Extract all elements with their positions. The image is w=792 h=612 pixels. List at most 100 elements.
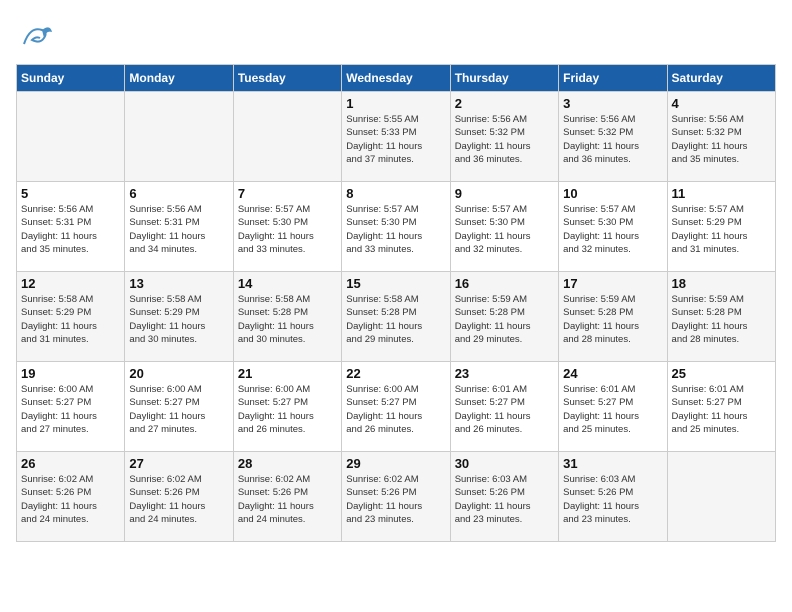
day-number: 9 [455, 186, 554, 201]
day-info: Sunrise: 5:58 AM Sunset: 5:29 PM Dayligh… [21, 293, 120, 346]
calendar-cell: 1Sunrise: 5:55 AM Sunset: 5:33 PM Daylig… [342, 92, 450, 182]
calendar-cell: 6Sunrise: 5:56 AM Sunset: 5:31 PM Daylig… [125, 182, 233, 272]
day-info: Sunrise: 5:59 AM Sunset: 5:28 PM Dayligh… [672, 293, 771, 346]
day-number: 21 [238, 366, 337, 381]
day-info: Sunrise: 5:57 AM Sunset: 5:30 PM Dayligh… [238, 203, 337, 256]
calendar-cell: 9 Sunrise: 5:57 AM Sunset: 5:30 PM Daylig… [450, 182, 558, 272]
day-info: Sunrise: 6:02 AM Sunset: 5:26 PM Dayligh… [129, 473, 228, 526]
day-number: 23 [455, 366, 554, 381]
day-info: Sunrise: 5:58 AM Sunset: 5:28 PM Dayligh… [238, 293, 337, 346]
page-header [16, 16, 776, 56]
day-info: Sunrise: 6:00 AM Sunset: 5:27 PM Dayligh… [21, 383, 120, 436]
calendar-cell: 17 Sunrise: 5:59 AM Sunset: 5:28 PM Dayli… [559, 272, 667, 362]
day-info: Sunrise: 5:56 AM Sunset: 5:32 PM Dayligh… [455, 113, 554, 166]
day-number: 15 [346, 276, 445, 291]
calendar-cell: 23 Sunrise: 6:01 AM Sunset: 5:27 PM Dayli… [450, 362, 558, 452]
day-info: Sunrise: 6:00 AM Sunset: 5:27 PM Dayligh… [129, 383, 228, 436]
calendar-cell: 27 Sunrise: 6:02 AM Sunset: 5:26 PM Dayli… [125, 452, 233, 542]
day-info: Sunrise: 6:02 AM Sunset: 5:26 PM Dayligh… [21, 473, 120, 526]
day-info: Sunrise: 6:02 AM Sunset: 5:26 PM Dayligh… [238, 473, 337, 526]
day-number: 18 [672, 276, 771, 291]
day-info: Sunrise: 6:03 AM Sunset: 5:26 PM Dayligh… [563, 473, 662, 526]
week-row-4: 19Sunrise: 6:00 AM Sunset: 5:27 PM Dayli… [17, 362, 776, 452]
col-header-monday: Monday [125, 65, 233, 92]
day-info: Sunrise: 5:59 AM Sunset: 5:28 PM Dayligh… [455, 293, 554, 346]
day-number: 12 [21, 276, 120, 291]
calendar-cell: 19Sunrise: 6:00 AM Sunset: 5:27 PM Dayli… [17, 362, 125, 452]
day-number: 5 [21, 186, 120, 201]
calendar-cell: 14 Sunrise: 5:58 AM Sunset: 5:28 PM Dayli… [233, 272, 341, 362]
calendar-cell: 3Sunrise: 5:56 AM Sunset: 5:32 PM Daylig… [559, 92, 667, 182]
day-info: Sunrise: 5:57 AM Sunset: 5:30 PM Dayligh… [346, 203, 445, 256]
calendar-table: SundayMondayTuesdayWednesdayThursdayFrid… [16, 64, 776, 542]
col-header-saturday: Saturday [667, 65, 775, 92]
day-info: Sunrise: 5:56 AM Sunset: 5:31 PM Dayligh… [21, 203, 120, 256]
week-row-3: 12 Sunrise: 5:58 AM Sunset: 5:29 PM Dayli… [17, 272, 776, 362]
calendar-cell: 5 Sunrise: 5:56 AM Sunset: 5:31 PM Daylig… [17, 182, 125, 272]
col-header-wednesday: Wednesday [342, 65, 450, 92]
day-number: 8 [346, 186, 445, 201]
calendar-cell: 7 Sunrise: 5:57 AM Sunset: 5:30 PM Daylig… [233, 182, 341, 272]
calendar-cell: 25 Sunrise: 6:01 AM Sunset: 5:27 PM Dayli… [667, 362, 775, 452]
calendar-cell: 8 Sunrise: 5:57 AM Sunset: 5:30 PM Daylig… [342, 182, 450, 272]
col-header-sunday: Sunday [17, 65, 125, 92]
day-info: Sunrise: 5:59 AM Sunset: 5:28 PM Dayligh… [563, 293, 662, 346]
calendar-cell: 31 Sunrise: 6:03 AM Sunset: 5:26 PM Dayli… [559, 452, 667, 542]
calendar-cell [233, 92, 341, 182]
calendar-cell: 12 Sunrise: 5:58 AM Sunset: 5:29 PM Dayli… [17, 272, 125, 362]
day-number: 30 [455, 456, 554, 471]
day-number: 10 [563, 186, 662, 201]
calendar-cell: 13 Sunrise: 5:58 AM Sunset: 5:29 PM Dayli… [125, 272, 233, 362]
calendar-cell: 16Sunrise: 5:59 AM Sunset: 5:28 PM Dayli… [450, 272, 558, 362]
calendar-cell: 2 Sunrise: 5:56 AM Sunset: 5:32 PM Daylig… [450, 92, 558, 182]
week-row-1: 1Sunrise: 5:55 AM Sunset: 5:33 PM Daylig… [17, 92, 776, 182]
day-number: 13 [129, 276, 228, 291]
day-number: 27 [129, 456, 228, 471]
day-number: 17 [563, 276, 662, 291]
day-info: Sunrise: 6:01 AM Sunset: 5:27 PM Dayligh… [455, 383, 554, 436]
day-number: 31 [563, 456, 662, 471]
day-info: Sunrise: 6:00 AM Sunset: 5:27 PM Dayligh… [238, 383, 337, 436]
calendar-cell: 10Sunrise: 5:57 AM Sunset: 5:30 PM Dayli… [559, 182, 667, 272]
day-info: Sunrise: 6:02 AM Sunset: 5:26 PM Dayligh… [346, 473, 445, 526]
day-info: Sunrise: 5:58 AM Sunset: 5:29 PM Dayligh… [129, 293, 228, 346]
day-number: 22 [346, 366, 445, 381]
calendar-cell: 11 Sunrise: 5:57 AM Sunset: 5:29 PM Dayli… [667, 182, 775, 272]
day-info: Sunrise: 5:56 AM Sunset: 5:32 PM Dayligh… [672, 113, 771, 166]
calendar-cell [17, 92, 125, 182]
calendar-cell: 20 Sunrise: 6:00 AM Sunset: 5:27 PM Dayli… [125, 362, 233, 452]
logo-icon [16, 16, 56, 56]
day-info: Sunrise: 5:58 AM Sunset: 5:28 PM Dayligh… [346, 293, 445, 346]
day-info: Sunrise: 6:01 AM Sunset: 5:27 PM Dayligh… [563, 383, 662, 436]
day-number: 28 [238, 456, 337, 471]
col-header-tuesday: Tuesday [233, 65, 341, 92]
calendar-cell: 15 Sunrise: 5:58 AM Sunset: 5:28 PM Dayli… [342, 272, 450, 362]
day-info: Sunrise: 6:01 AM Sunset: 5:27 PM Dayligh… [672, 383, 771, 436]
day-number: 20 [129, 366, 228, 381]
calendar-cell: 18 Sunrise: 5:59 AM Sunset: 5:28 PM Dayli… [667, 272, 775, 362]
day-number: 2 [455, 96, 554, 111]
day-info: Sunrise: 5:56 AM Sunset: 5:31 PM Dayligh… [129, 203, 228, 256]
day-number: 14 [238, 276, 337, 291]
calendar-cell: 21 Sunrise: 6:00 AM Sunset: 5:27 PM Dayli… [233, 362, 341, 452]
calendar-cell: 28 Sunrise: 6:02 AM Sunset: 5:26 PM Dayli… [233, 452, 341, 542]
day-info: Sunrise: 5:57 AM Sunset: 5:30 PM Dayligh… [455, 203, 554, 256]
day-number: 4 [672, 96, 771, 111]
calendar-cell: 29Sunrise: 6:02 AM Sunset: 5:26 PM Dayli… [342, 452, 450, 542]
day-info: Sunrise: 5:57 AM Sunset: 5:29 PM Dayligh… [672, 203, 771, 256]
day-number: 24 [563, 366, 662, 381]
day-number: 26 [21, 456, 120, 471]
week-row-5: 26 Sunrise: 6:02 AM Sunset: 5:26 PM Dayli… [17, 452, 776, 542]
day-number: 11 [672, 186, 771, 201]
calendar-cell [667, 452, 775, 542]
calendar-cell [125, 92, 233, 182]
week-row-2: 5 Sunrise: 5:56 AM Sunset: 5:31 PM Daylig… [17, 182, 776, 272]
calendar-cell: 30Sunrise: 6:03 AM Sunset: 5:26 PM Dayli… [450, 452, 558, 542]
calendar-cell: 26 Sunrise: 6:02 AM Sunset: 5:26 PM Dayli… [17, 452, 125, 542]
day-number: 7 [238, 186, 337, 201]
calendar-cell: 24 Sunrise: 6:01 AM Sunset: 5:27 PM Dayli… [559, 362, 667, 452]
calendar-cell: 22Sunrise: 6:00 AM Sunset: 5:27 PM Dayli… [342, 362, 450, 452]
calendar-header-row: SundayMondayTuesdayWednesdayThursdayFrid… [17, 65, 776, 92]
day-number: 25 [672, 366, 771, 381]
day-info: Sunrise: 5:55 AM Sunset: 5:33 PM Dayligh… [346, 113, 445, 166]
